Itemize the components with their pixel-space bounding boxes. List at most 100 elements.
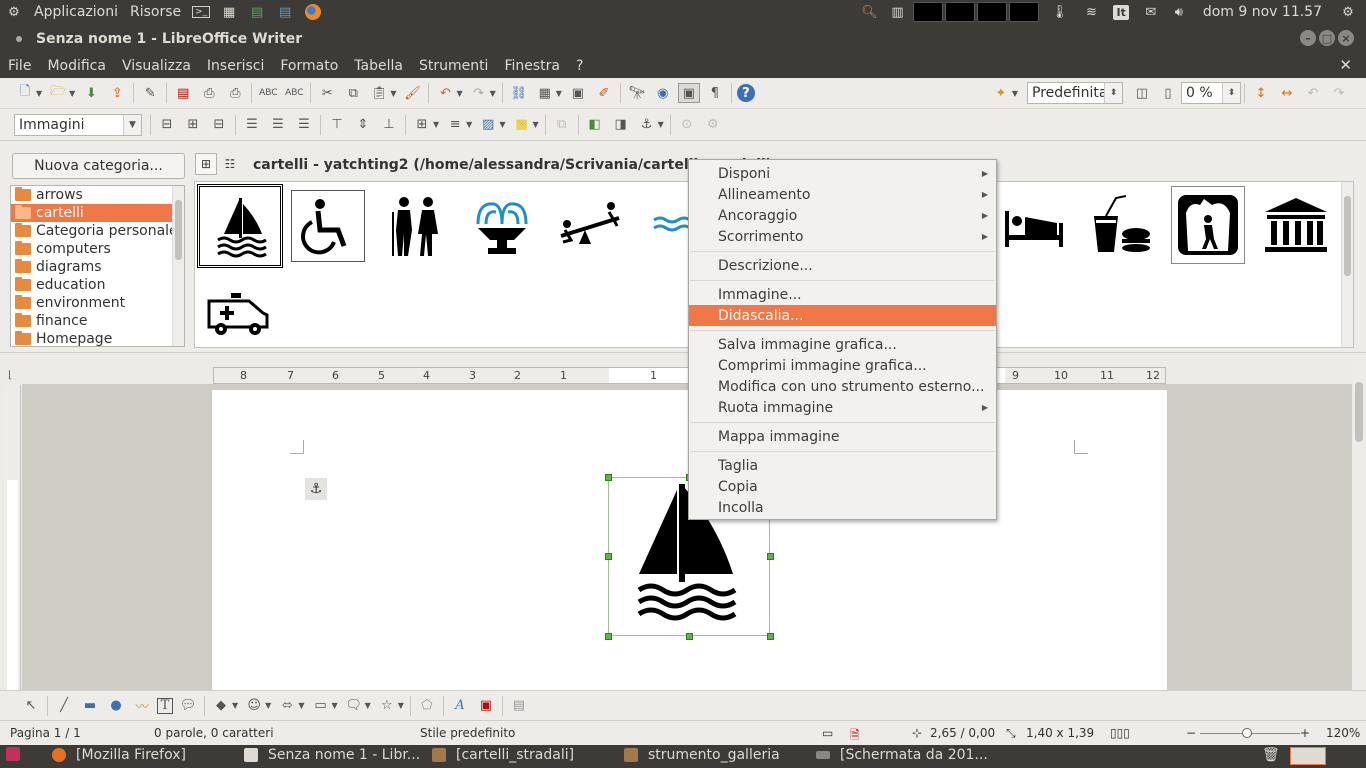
category-item[interactable]: education: [11, 276, 184, 294]
close-window-button[interactable]: ×: [1338, 30, 1354, 46]
clock[interactable]: dom 9 nov 11.57: [1203, 4, 1322, 20]
resize-handle[interactable]: [605, 474, 612, 481]
firefox-icon[interactable]: [303, 3, 323, 21]
border-color-icon[interactable]: ▨: [477, 115, 499, 135]
format-paintbrush-icon[interactable]: 🖌︎: [401, 83, 423, 103]
chevron-down-icon[interactable]: ▼: [433, 120, 439, 129]
undo-icon[interactable]: ↶: [434, 83, 456, 103]
chevron-down-icon[interactable]: ▼: [123, 114, 141, 135]
align-middle-icon[interactable]: ⇕: [352, 115, 374, 135]
resize-handle[interactable]: [767, 633, 774, 640]
print-preview-icon[interactable]: ⎙: [224, 83, 246, 103]
menu-item-didascalia[interactable]: Didascalia...: [689, 305, 996, 326]
align-center-icon[interactable]: ☰: [267, 115, 289, 135]
menu-item-scorrimento[interactable]: Scorrimento ▶: [689, 226, 996, 247]
document-modified-icon[interactable]: 🗎︎: [850, 726, 860, 747]
applications-menu[interactable]: Applicazioni: [28, 4, 124, 20]
edit-mode-icon[interactable]: ✎: [139, 83, 161, 103]
flip-vertical-icon[interactable]: ↕: [1250, 83, 1272, 103]
preset-select[interactable]: Predefinita ⬍: [1027, 82, 1123, 104]
category-item[interactable]: diagrams: [11, 258, 184, 276]
gallery-item[interactable]: [197, 276, 279, 352]
resize-handle[interactable]: [767, 553, 774, 560]
chevron-down-icon[interactable]: ▼: [456, 89, 462, 98]
gallery-item[interactable]: [549, 188, 631, 264]
menu-tabella[interactable]: Tabella: [346, 58, 411, 74]
flip-horizontal-icon[interactable]: ↔: [1276, 83, 1298, 103]
chevron-down-icon[interactable]: ▼: [232, 701, 238, 710]
menu-item-descrizione[interactable]: Descrizione...: [689, 255, 996, 276]
hyperlink-icon[interactable]: ⛓: [508, 83, 530, 103]
document-icon[interactable]: ▤: [275, 3, 295, 21]
ellipse-icon[interactable]: ●: [105, 696, 127, 716]
background-color-icon[interactable]: ▩: [510, 115, 532, 135]
gallery-item[interactable]: [991, 188, 1073, 264]
selection-mode-icon[interactable]: ▭: [822, 726, 833, 740]
memory-graph[interactable]: [945, 2, 976, 22]
zoom-slider-thumb[interactable]: [1242, 728, 1252, 738]
callouts-icon[interactable]: 🗨︎: [343, 696, 365, 716]
category-item[interactable]: Homepage: [11, 330, 184, 346]
volume-icon[interactable]: 🔊︎: [1169, 3, 1189, 21]
chevron-down-icon[interactable]: ▼: [490, 89, 496, 98]
fontwork-icon[interactable]: A: [449, 696, 471, 716]
help-icon[interactable]: ?: [736, 84, 755, 102]
chevron-down-icon[interactable]: ▼: [466, 120, 472, 129]
category-item[interactable]: Categoria personale: [11, 222, 184, 240]
points-icon[interactable]: ⬠: [416, 696, 438, 716]
network-graph[interactable]: [1009, 2, 1040, 22]
menu-item-incolla[interactable]: Incolla: [689, 497, 996, 518]
align-bottom-icon[interactable]: ⊥: [378, 115, 400, 135]
callout-icon[interactable]: 💬︎: [177, 696, 199, 716]
menu-file[interactable]: File: [0, 58, 39, 74]
menu-inserisci[interactable]: Inserisci: [199, 58, 272, 74]
menu-modifica[interactable]: Modifica: [39, 58, 114, 74]
menu-item-modifica-esterno[interactable]: Modifica con uno strumento esterno...: [689, 376, 996, 397]
cpu-graph[interactable]: [913, 2, 944, 22]
paste-icon[interactable]: 📋︎: [368, 83, 390, 103]
gallery-icon[interactable]: ▣: [677, 83, 700, 103]
menu-item-copia[interactable]: Copia: [689, 476, 996, 497]
chevron-down-icon[interactable]: ▼: [36, 89, 42, 98]
spreadsheet-icon[interactable]: ▤: [247, 3, 267, 21]
thermometer-icon[interactable]: 🌡︎: [1049, 3, 1069, 21]
menu-item-mappa-immagine[interactable]: Mappa immagine: [689, 426, 996, 447]
mail-icon[interactable]: ✉: [1141, 3, 1161, 21]
flowchart-icon[interactable]: ▭: [309, 696, 331, 716]
menu-formato[interactable]: Formato: [272, 58, 346, 74]
show-draw-functions-icon[interactable]: ✐: [593, 83, 615, 103]
gallery-item[interactable]: [375, 188, 457, 264]
gallery-item[interactable]: [291, 190, 365, 262]
anchor-icon[interactable]: ⚓: [305, 478, 327, 500]
wrap-page-icon[interactable]: ⊞: [182, 115, 204, 135]
chevron-down-icon[interactable]: ▼: [265, 701, 271, 710]
gallery-item[interactable]: [1079, 188, 1161, 264]
resize-handle[interactable]: [686, 633, 693, 640]
calculator-icon[interactable]: ▦: [219, 3, 239, 21]
close-document-button[interactable]: ✕: [1339, 56, 1352, 74]
send-icon[interactable]: ⇪: [106, 83, 128, 103]
transparency-icon[interactable]: ▯: [1157, 83, 1179, 103]
vertical-ruler[interactable]: [4, 385, 21, 690]
basic-shapes-icon[interactable]: ◆: [210, 696, 232, 716]
wifi-icon[interactable]: ≋: [1081, 3, 1101, 21]
transparency-input[interactable]: 0 % ⬍: [1181, 82, 1241, 104]
keyboard-layout-indicator[interactable]: It: [1113, 4, 1129, 20]
window-menu-icon[interactable]: [16, 35, 22, 42]
menu-item-ruota-immagine[interactable]: Ruota immagine ▶: [689, 397, 996, 418]
menu-help[interactable]: ?: [568, 58, 591, 74]
category-item-selected[interactable]: cartelli: [11, 204, 184, 222]
block-arrows-icon[interactable]: ⬄: [276, 696, 298, 716]
find-replace-icon[interactable]: 🔭︎: [626, 83, 648, 103]
menu-item-comprimi-immagine[interactable]: Comprimi immagine grafica...: [689, 355, 996, 376]
symbol-shapes-icon[interactable]: ☺: [243, 696, 265, 716]
resize-handle[interactable]: [605, 633, 612, 640]
freeform-icon[interactable]: 〰: [131, 696, 153, 716]
chevron-down-icon[interactable]: ▼: [331, 701, 337, 710]
places-menu[interactable]: Risorse: [124, 4, 187, 20]
new-category-button[interactable]: Nuova categoria...: [12, 153, 185, 179]
taskbar-item-gallery-doc[interactable]: strumento_galleria: [624, 747, 780, 763]
menu-visualizza[interactable]: Visualizza: [114, 58, 199, 74]
new-document-icon[interactable]: 🗋: [14, 83, 36, 103]
trash-icon[interactable]: 🗑︎: [1262, 747, 1280, 763]
